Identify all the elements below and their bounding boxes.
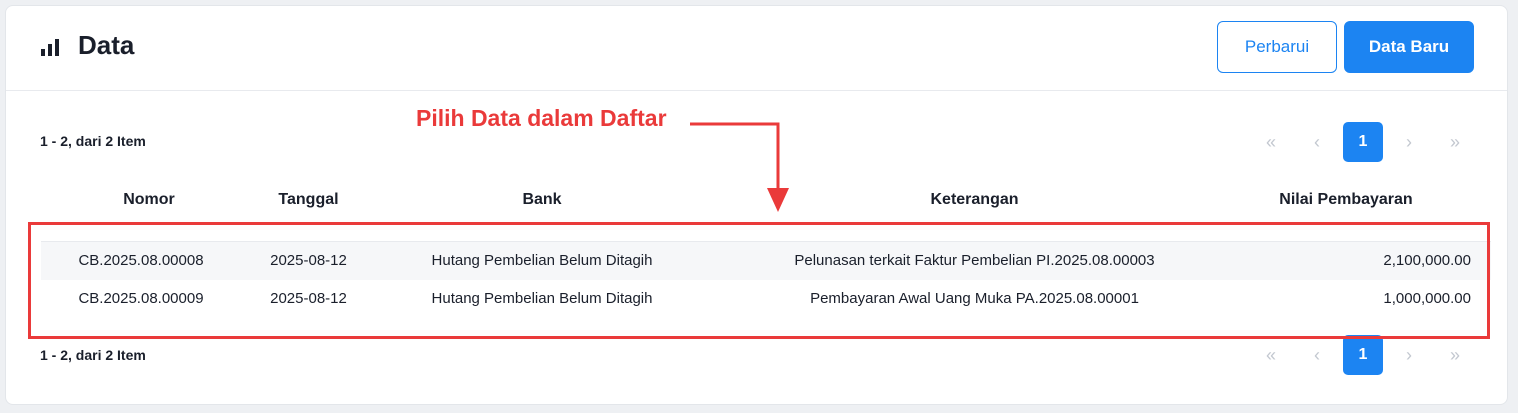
annotation-arrow-icon [690, 122, 789, 212]
refresh-button[interactable]: Perbarui [1217, 21, 1337, 73]
pagination-top: « ‹ 1 › » [1248, 122, 1478, 162]
next-page-button[interactable]: › [1386, 122, 1432, 162]
cell-nilai: 1,000,000.00 [1383, 290, 1471, 307]
table-row[interactable]: CB.2025.08.00009 2025-08-12 Hutang Pembe… [41, 280, 1491, 318]
last-page-button[interactable]: » [1432, 122, 1478, 162]
column-header-tanggal[interactable]: Tanggal [241, 191, 376, 209]
item-count-top: 1 - 2, dari 2 Item [40, 133, 146, 149]
column-header-bank[interactable]: Bank [376, 191, 708, 209]
cell-tanggal: 2025-08-12 [270, 290, 347, 307]
cell-tanggal: 2025-08-12 [270, 252, 347, 269]
bar-chart-icon [41, 39, 59, 56]
cell-bank: Hutang Pembelian Belum Ditagih [431, 252, 653, 269]
cell-keterangan: Pelunasan terkait Faktur Pembelian PI.20… [794, 252, 1155, 269]
table-row[interactable]: CB.2025.08.00008 2025-08-12 Hutang Pembe… [41, 241, 1491, 280]
first-page-button[interactable]: « [1248, 335, 1294, 375]
data-card: Data Perbarui Data Baru 1 - 2, dari 2 It… [5, 5, 1508, 405]
page-title: Data [78, 30, 135, 60]
cell-nomor: CB.2025.08.00008 [78, 252, 204, 269]
new-data-button[interactable]: Data Baru [1344, 21, 1474, 73]
pagination-bottom: « ‹ 1 › » [1248, 335, 1478, 375]
annotation-label: Pilih Data dalam Daftar [416, 105, 667, 131]
item-count-bottom: 1 - 2, dari 2 Item [40, 347, 146, 363]
prev-page-button[interactable]: ‹ [1294, 122, 1340, 162]
cell-nilai: 2,100,000.00 [1383, 252, 1471, 269]
prev-page-button[interactable]: ‹ [1294, 335, 1340, 375]
card-header: Data Perbarui Data Baru [6, 6, 1507, 91]
page-1-button[interactable]: 1 [1343, 122, 1383, 162]
page-1-button[interactable]: 1 [1343, 335, 1383, 375]
column-header-nomor[interactable]: Nomor [79, 191, 219, 209]
column-header-nilai-pembayaran[interactable]: Nilai Pembayaran [1246, 191, 1446, 209]
cell-nomor: CB.2025.08.00009 [78, 290, 204, 307]
last-page-button[interactable]: » [1432, 335, 1478, 375]
cell-bank: Hutang Pembelian Belum Ditagih [431, 290, 653, 307]
cell-keterangan: Pembayaran Awal Uang Muka PA.2025.08.000… [810, 290, 1139, 307]
first-page-button[interactable]: « [1248, 122, 1294, 162]
next-page-button[interactable]: › [1386, 335, 1432, 375]
